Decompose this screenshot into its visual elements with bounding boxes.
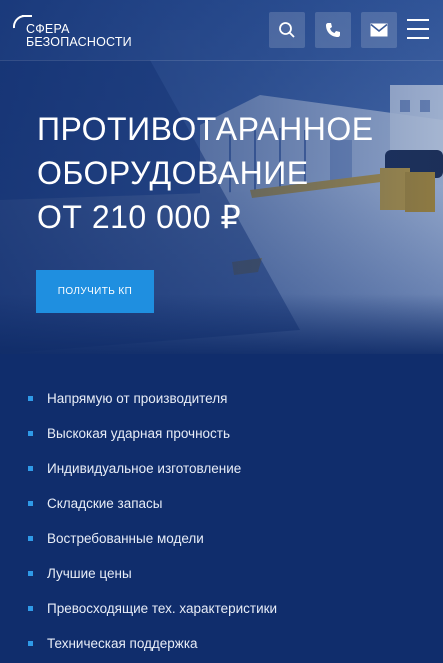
phone-button[interactable] (315, 12, 351, 48)
feature-item: Складские запасы (28, 486, 277, 521)
hero-section: СФЕРА БЕЗОПАСНОСТИ ПРОТИВОТАРАННОЕ ОБОРУ… (0, 0, 443, 354)
logo-text-line2: БЕЗОПАСНОСТИ (26, 35, 132, 49)
feature-text: Напрямую от производителя (47, 391, 228, 406)
bullet-icon (28, 606, 33, 611)
features-section: Напрямую от производителя Выскокая ударн… (0, 354, 443, 663)
hero-title-line: ОТ 210 000 ₽ (37, 199, 242, 235)
hero-title: ПРОТИВОТАРАННОЕ ОБОРУДОВАНИЕ ОТ 210 000 … (37, 107, 374, 239)
menu-bar (407, 28, 429, 30)
features-list: Напрямую от производителя Выскокая ударн… (28, 381, 277, 661)
mail-icon (370, 23, 388, 37)
feature-text: Лучшие цены (47, 566, 132, 581)
feature-text: Складские запасы (47, 496, 163, 511)
menu-bar (407, 19, 429, 21)
bullet-icon (28, 641, 33, 646)
mail-button[interactable] (361, 12, 397, 48)
feature-text: Выскокая ударная прочность (47, 426, 231, 441)
get-offer-button[interactable]: ПОЛУЧИТЬ КП (36, 270, 154, 313)
header-divider (0, 60, 443, 61)
search-button[interactable] (269, 12, 305, 48)
phone-icon (326, 23, 340, 37)
feature-item: Востребованные модели (28, 521, 277, 556)
feature-item: Выскокая ударная прочность (28, 416, 277, 451)
feature-text: Техническая поддержка (47, 636, 198, 651)
site-logo[interactable]: СФЕРА БЕЗОПАСНОСТИ (12, 14, 132, 50)
bullet-icon (28, 431, 33, 436)
feature-item: Напрямую от производителя (28, 381, 277, 416)
hero-title-line: ПРОТИВОТАРАННОЕ (37, 111, 374, 147)
menu-icon[interactable] (407, 19, 431, 41)
bullet-icon (28, 501, 33, 506)
search-icon (279, 22, 295, 38)
bullet-icon (28, 536, 33, 541)
feature-text: Превосходящие тех. характеристики (47, 601, 278, 616)
feature-item: Техническая поддержка (28, 626, 277, 661)
site-header: СФЕРА БЕЗОПАСНОСТИ (0, 0, 443, 60)
bullet-icon (28, 396, 33, 401)
feature-text: Индивидуальное изготовление (47, 461, 242, 476)
menu-bar (407, 37, 429, 39)
feature-item: Индивидуальное изготовление (28, 451, 277, 486)
feature-item: Превосходящие тех. характеристики (28, 591, 277, 626)
feature-item: Лучшие цены (28, 556, 277, 591)
bullet-icon (28, 571, 33, 576)
feature-text: Востребованные модели (47, 531, 204, 546)
hero-title-line: ОБОРУДОВАНИЕ (37, 155, 309, 191)
bullet-icon (28, 466, 33, 471)
